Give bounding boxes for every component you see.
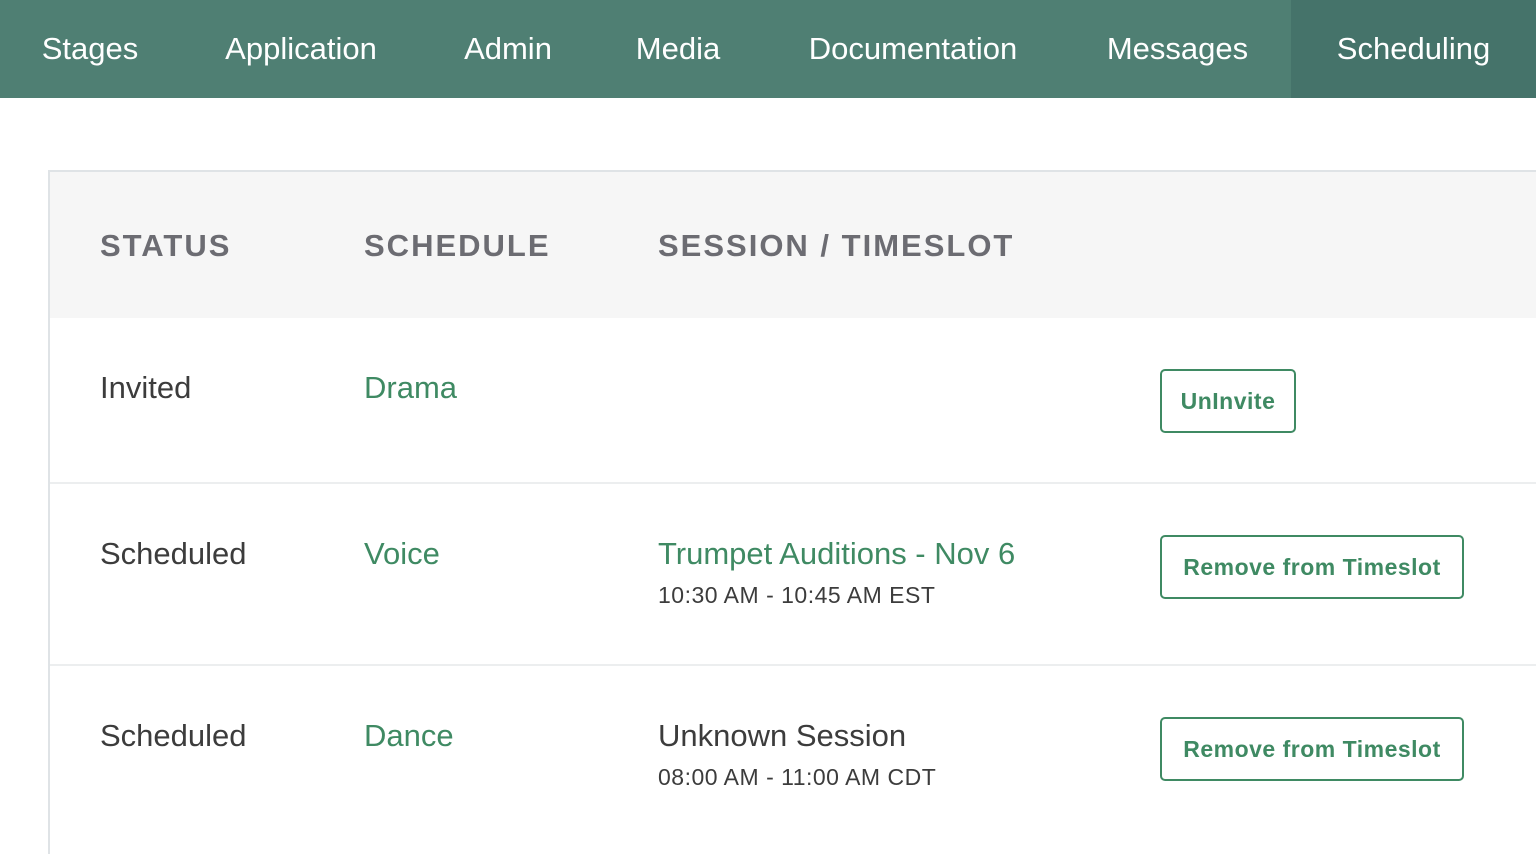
remove-from-timeslot-button[interactable]: Remove from Timeslot (1160, 717, 1464, 781)
tab-documentation[interactable]: Documentation (762, 0, 1064, 98)
status-cell: Invited (100, 370, 192, 405)
timeslot-text: 08:00 AM - 11:00 AM CDT (658, 764, 937, 790)
status-cell: Scheduled (100, 536, 247, 571)
header-session-timeslot: SESSION / TIMESLOT (658, 228, 1015, 263)
tab-admin[interactable]: Admin (422, 0, 594, 98)
tab-media[interactable]: Media (594, 0, 762, 98)
status-cell: Scheduled (100, 718, 247, 753)
uninvite-button[interactable]: UnInvite (1160, 369, 1296, 433)
schedule-link[interactable]: Voice (364, 536, 440, 572)
table-row: Invited Drama UnInvite (50, 318, 1536, 484)
header-schedule: SCHEDULE (364, 228, 551, 263)
header-status: STATUS (100, 228, 232, 263)
session-text: Unknown Session (658, 718, 907, 753)
tab-application[interactable]: Application (180, 0, 422, 98)
tab-messages[interactable]: Messages (1064, 0, 1291, 98)
schedule-link[interactable]: Drama (364, 370, 457, 406)
table-header: STATUS SCHEDULE SESSION / TIMESLOT (50, 172, 1536, 318)
table-row: Scheduled Dance Unknown Session 08:00 AM… (50, 666, 1536, 856)
remove-from-timeslot-button[interactable]: Remove from Timeslot (1160, 535, 1464, 599)
scheduling-table: STATUS SCHEDULE SESSION / TIMESLOT Invit… (48, 170, 1536, 854)
tab-stages[interactable]: Stages (0, 0, 180, 98)
table-row: Scheduled Voice Trumpet Auditions - Nov … (50, 484, 1536, 666)
tab-scheduling[interactable]: Scheduling (1291, 0, 1536, 98)
top-navigation: Stages Application Admin Media Documenta… (0, 0, 1536, 98)
schedule-link[interactable]: Dance (364, 718, 454, 754)
timeslot-text: 10:30 AM - 10:45 AM EST (658, 582, 936, 608)
session-link[interactable]: Trumpet Auditions - Nov 6 (658, 536, 1015, 572)
